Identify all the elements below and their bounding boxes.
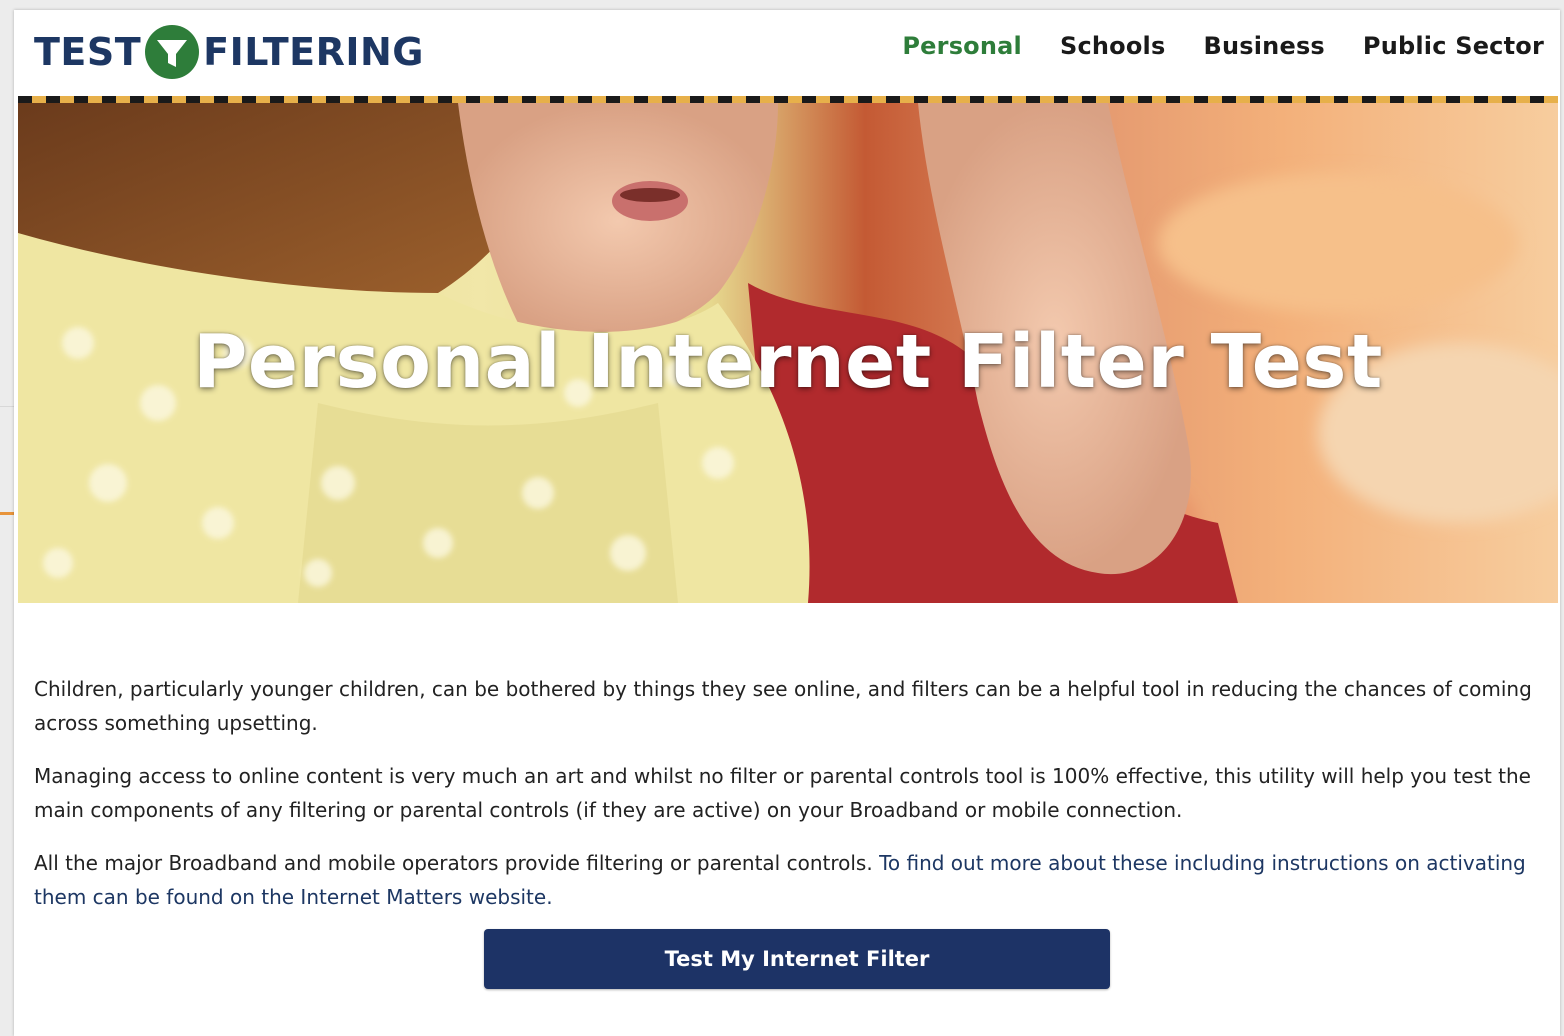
intro-paragraph-1: Children, particularly younger children,… xyxy=(34,677,1532,735)
intro-content: Children, particularly younger children,… xyxy=(34,672,1544,933)
hero-banner: Personal Internet Filter Test xyxy=(18,103,1558,603)
background-accent xyxy=(0,512,14,515)
nav-item-business[interactable]: Business xyxy=(1203,32,1324,60)
main-nav: Personal Schools Business Public Sector xyxy=(902,32,1544,60)
background-divider xyxy=(0,406,14,407)
header-stripe xyxy=(18,96,1558,103)
site-logo[interactable]: TEST FILTERING xyxy=(34,22,424,82)
intro-paragraph-3: All the major Broadband and mobile opera… xyxy=(34,846,1544,914)
logo-text-filtering: FILTERING xyxy=(203,30,424,74)
intro-paragraph-3-text: All the major Broadband and mobile opera… xyxy=(34,851,880,875)
nav-item-schools[interactable]: Schools xyxy=(1060,32,1166,60)
test-filter-button[interactable]: Test My Internet Filter xyxy=(484,929,1110,989)
nav-item-public-sector[interactable]: Public Sector xyxy=(1363,32,1544,60)
page: TEST FILTERING Personal Schools Business… xyxy=(14,10,1560,1036)
logo-text-test: TEST xyxy=(34,30,142,74)
funnel-logo-icon xyxy=(145,25,200,79)
nav-item-personal[interactable]: Personal xyxy=(902,32,1022,60)
intro-paragraph-2: Managing access to online content is ver… xyxy=(34,764,1531,822)
site-header: TEST FILTERING Personal Schools Business… xyxy=(14,10,1560,98)
hero-title: Personal Internet Filter Test xyxy=(193,319,1383,405)
